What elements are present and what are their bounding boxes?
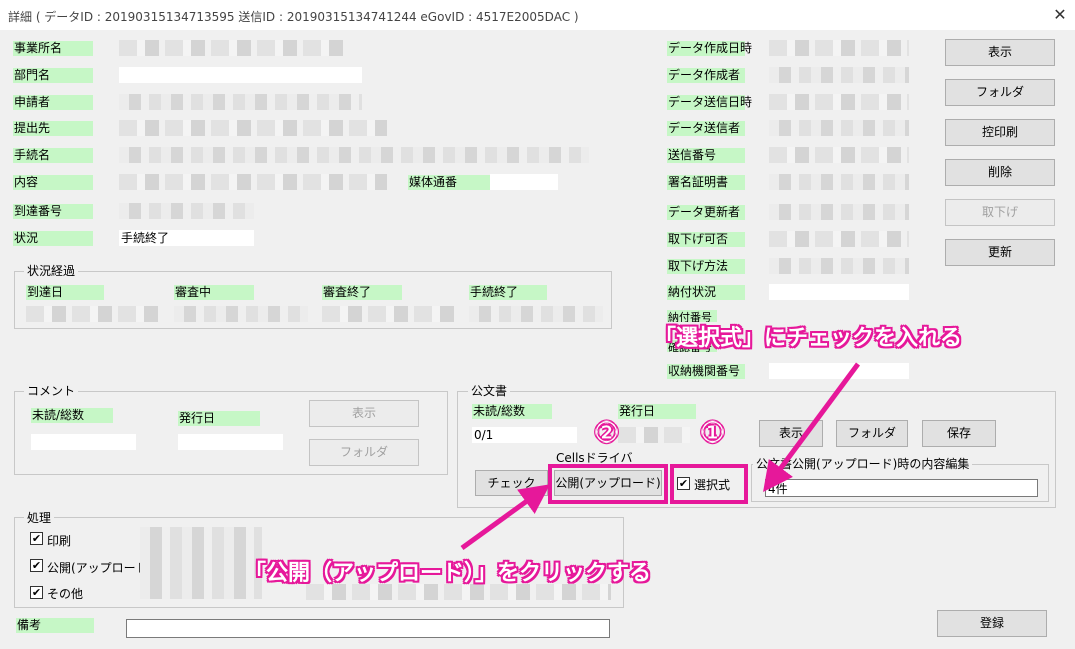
arrow-to-selective (763, 362, 861, 493)
annotation-arrows (460, 362, 861, 551)
arrow-to-publish (460, 484, 551, 551)
